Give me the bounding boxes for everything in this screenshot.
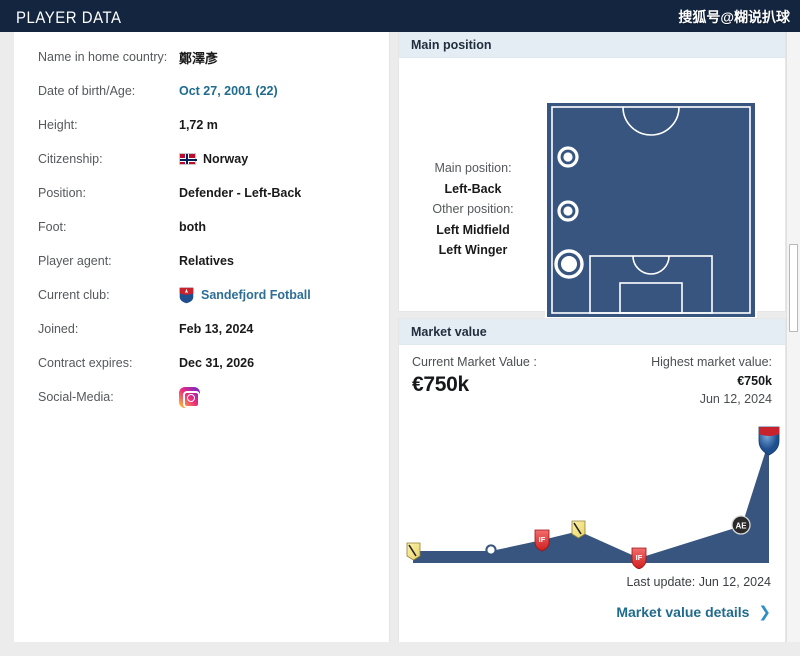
vertical-scrollbar-track[interactable]: [786, 32, 800, 656]
player-data-value-text: both: [179, 220, 207, 234]
player-data-label: Position:: [38, 186, 86, 200]
page-title: PLAYER DATA: [16, 8, 122, 27]
main-position-title: Main position: [399, 32, 785, 58]
current-market-value: €750k: [412, 373, 469, 396]
other-position-value-0: Left Midfield: [436, 222, 510, 237]
current-market-value-label: Current Market Value :: [412, 355, 537, 369]
player-data-value-text: 鄭澤彥: [179, 50, 219, 66]
player-data-row: Social-Media:: [14, 380, 390, 414]
club-badge-icon: [179, 287, 194, 304]
chart-point-4: IF: [631, 547, 647, 569]
top-header-bar: PLAYER DATA 搜狐号@糊说扒球: [0, 0, 800, 32]
bottom-gutter: [0, 642, 800, 656]
main-position-value: Left-Back: [444, 181, 502, 196]
position-text-block: Main position: Left-Back Other position:…: [399, 158, 547, 261]
player-data-label: Current club:: [38, 288, 110, 302]
market-value-body: Current Market Value : €750k Highest mar…: [399, 345, 785, 648]
player-data-value: Dec 31, 2026: [179, 356, 254, 370]
player-data-row: Player agent: Relatives: [14, 244, 390, 278]
market-value-details-label: Market value details: [616, 604, 750, 620]
player-data-row: Current club: Sandefjord Fotball: [14, 278, 390, 312]
player-data-label: Contract expires:: [38, 356, 133, 370]
player-data-value: [179, 386, 200, 408]
main-position-body: Main position: Left-Back Other position:…: [399, 58, 785, 319]
player-data-value-text: Oct 27, 2001 (22): [179, 84, 278, 98]
left-gutter: [0, 32, 14, 642]
market-value-chart[interactable]: IF IF AE: [399, 417, 785, 569]
player-data-label: Citizenship:: [38, 152, 103, 166]
player-data-value[interactable]: Sandefjord Fotball: [179, 287, 311, 304]
player-data-value-text: 1,72 m: [179, 118, 218, 132]
player-data-row: Contract expires: Dec 31, 2026: [14, 346, 390, 380]
player-data-value: both: [179, 220, 206, 234]
chart-point-1: [485, 544, 497, 556]
right-column: Main position Main position: Left-Back O…: [398, 32, 786, 648]
chart-point-5: AE: [731, 515, 751, 535]
player-data-label: Player agent:: [38, 254, 112, 268]
player-data-row: Date of birth/Age: Oct 27, 2001 (22): [14, 74, 390, 108]
highest-market-value: €750k: [737, 374, 772, 388]
watermark-text: 搜狐号@糊说扒球: [678, 9, 790, 25]
player-data-label: Foot:: [38, 220, 67, 234]
player-data-row: Joined: Feb 13, 2024: [14, 312, 390, 346]
market-value-details-link[interactable]: Market value details ❯: [616, 603, 771, 621]
player-data-value: Relatives: [179, 254, 234, 268]
player-profile-screen: PLAYER DATA 搜狐号@糊说扒球 Name in home countr…: [0, 0, 800, 656]
player-data-value: Norway: [179, 152, 248, 166]
player-data-value: Defender - Left-Back: [179, 186, 301, 200]
player-data-label: Height:: [38, 118, 78, 132]
last-update-text: Last update: Jun 12, 2024: [626, 575, 771, 589]
player-data-label: Date of birth/Age:: [38, 84, 136, 98]
player-data-value: Feb 13, 2024: [179, 322, 253, 336]
player-data-value: 鄭澤彥: [179, 48, 218, 67]
player-data-value-text: Defender - Left-Back: [179, 186, 302, 200]
player-data-row: Name in home country: 鄭澤彥: [14, 40, 390, 74]
main-position-label: Main position:: [434, 161, 512, 175]
vertical-scrollbar-thumb[interactable]: [789, 244, 798, 332]
player-data-label: Name in home country:: [38, 50, 168, 64]
player-data-value: 1,72 m: [179, 118, 218, 132]
player-data-row: Citizenship: Norway: [14, 142, 390, 176]
player-data-value-text: Norway: [203, 152, 249, 166]
chart-point-0: [406, 542, 421, 561]
player-data-row: Height: 1,72 m: [14, 108, 390, 142]
player-data-label: Joined:: [38, 322, 79, 336]
svg-text:IF: IF: [539, 535, 546, 544]
svg-text:IF: IF: [636, 553, 643, 562]
svg-text:AE: AE: [735, 522, 747, 531]
highest-market-value-label: Highest market value:: [651, 355, 772, 369]
pitch-diagram: [545, 101, 757, 319]
player-data-panel: Name in home country: 鄭澤彥 Date of birth/Ag…: [14, 32, 390, 642]
chart-point-2: IF: [534, 529, 550, 552]
player-data-value[interactable]: Oct 27, 2001 (22): [179, 84, 278, 98]
player-data-table: Name in home country: 鄭澤彥 Date of birth/Ag…: [14, 40, 390, 414]
chart-area-fill: [413, 437, 769, 563]
player-data-value-text: Relatives: [179, 254, 234, 268]
chart-point-3: [571, 520, 586, 539]
player-data-row: Position: Defender - Left-Back: [14, 176, 390, 210]
player-data-value-text: Feb 13, 2024: [179, 322, 254, 336]
instagram-icon[interactable]: [179, 386, 200, 408]
other-position-value-1: Left Winger: [438, 243, 508, 257]
other-position-label: Other position:: [432, 202, 514, 216]
market-value-card: Market value Current Market Value : €750…: [398, 318, 786, 648]
player-data-value-text: Sandefjord Fotball: [201, 288, 311, 302]
highest-market-value-date: Jun 12, 2024: [699, 392, 772, 406]
chart-point-6: [758, 426, 780, 456]
main-position-card: Main position Main position: Left-Back O…: [398, 32, 786, 319]
chevron-right-icon: ❯: [758, 604, 771, 621]
market-value-title: Market value: [399, 319, 785, 345]
norway-flag-icon: [179, 153, 197, 165]
player-data-row: Foot: both: [14, 210, 390, 244]
player-data-label: Social-Media:: [38, 390, 114, 404]
player-data-value-text: Dec 31, 2026: [179, 356, 255, 370]
